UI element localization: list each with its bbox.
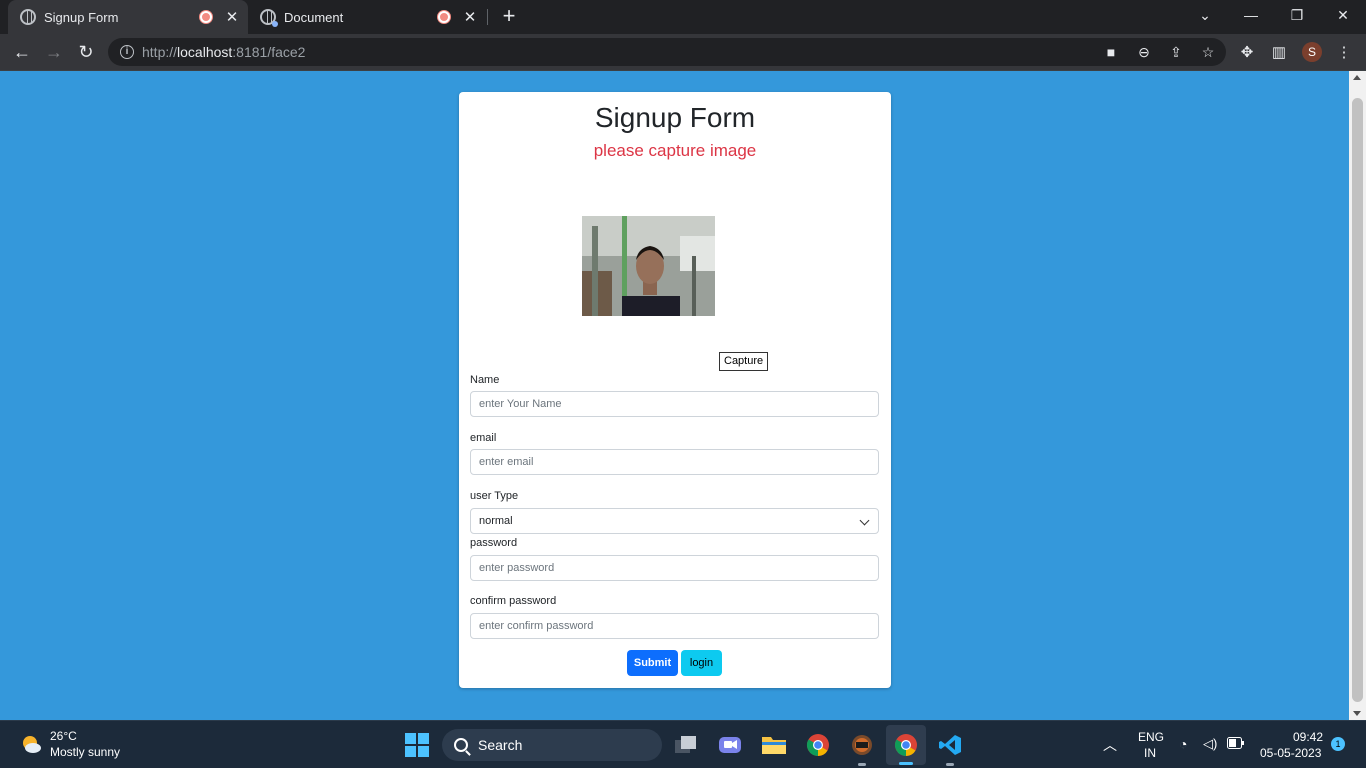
user-type-select[interactable]: normal bbox=[470, 508, 879, 534]
confirm-password-input[interactable] bbox=[470, 613, 879, 639]
side-panel-icon[interactable]: ▥ bbox=[1269, 42, 1289, 62]
close-tab-icon[interactable]: ✕ bbox=[462, 8, 478, 26]
battery-icon[interactable] bbox=[1227, 737, 1245, 752]
email-input[interactable] bbox=[470, 449, 879, 475]
browser-tab-bar: Signup Form ✕ Document ✕ + ⌄ — ❐ ✕ bbox=[0, 0, 1366, 34]
weather-description[interactable]: Mostly sunny bbox=[50, 745, 120, 759]
scroll-down-arrow-icon[interactable] bbox=[1353, 711, 1361, 716]
extensions-icon[interactable]: ✥ bbox=[1237, 42, 1257, 62]
language-line1[interactable]: ENG bbox=[1138, 730, 1164, 744]
reload-button[interactable]: ↻ bbox=[73, 39, 99, 65]
notification-badge[interactable]: 1 bbox=[1331, 737, 1345, 751]
login-button[interactable]: login bbox=[681, 650, 722, 676]
clock-time[interactable]: 09:42 bbox=[1293, 730, 1323, 744]
capture-button[interactable]: Capture bbox=[719, 352, 769, 371]
address-bar[interactable]: i http://localhost:8181/face2 bbox=[108, 38, 1226, 66]
file-explorer-icon[interactable] bbox=[759, 730, 789, 760]
recording-icon bbox=[200, 11, 212, 23]
weather-temperature[interactable]: 26°C bbox=[50, 729, 77, 743]
search-label: Search bbox=[478, 737, 523, 753]
webcam-image bbox=[582, 216, 715, 316]
tab-title: Document bbox=[284, 9, 344, 25]
recording-icon bbox=[438, 11, 450, 23]
url-path: :8181/face2 bbox=[232, 44, 306, 60]
running-indicator bbox=[858, 763, 866, 766]
status-message: please capture image bbox=[593, 141, 757, 160]
windows-taskbar: 26°C Mostly sunny Search ︿ ENG IN ◔ ◁) 0… bbox=[0, 720, 1366, 768]
bookmark-star-icon[interactable]: ☆ bbox=[1199, 43, 1217, 61]
password-input[interactable] bbox=[470, 555, 879, 581]
share-icon[interactable]: ⇪ bbox=[1167, 43, 1185, 61]
vscode-icon[interactable] bbox=[935, 730, 965, 766]
app-icon[interactable] bbox=[847, 730, 877, 766]
forward-button[interactable]: → bbox=[41, 39, 67, 65]
wifi-icon[interactable]: ◔ bbox=[1179, 736, 1187, 752]
submit-button[interactable]: Submit bbox=[627, 650, 678, 676]
minimize-button[interactable]: — bbox=[1228, 0, 1274, 30]
tab-divider bbox=[487, 9, 488, 25]
tab-document[interactable]: Document ✕ bbox=[250, 0, 486, 34]
page-scrollbar[interactable] bbox=[1349, 71, 1366, 720]
back-button[interactable]: ← bbox=[9, 39, 35, 65]
scroll-up-arrow-icon[interactable] bbox=[1353, 75, 1361, 80]
menu-icon[interactable]: ⋮ bbox=[1334, 42, 1354, 62]
email-label: email bbox=[470, 432, 497, 444]
taskbar-search[interactable]: Search bbox=[442, 729, 662, 761]
clock-date[interactable]: 05-05-2023 bbox=[1260, 746, 1321, 760]
chrome-icon[interactable] bbox=[803, 730, 833, 760]
zoom-icon[interactable]: ⊖ bbox=[1135, 43, 1153, 61]
scrollbar-thumb[interactable] bbox=[1352, 98, 1363, 702]
confirm-password-label: confirm password bbox=[470, 595, 557, 607]
close-tab-icon[interactable]: ✕ bbox=[224, 8, 240, 26]
page-viewport: Signup Form please capture image Capture… bbox=[0, 71, 1349, 720]
globe-icon bbox=[260, 9, 278, 27]
language-line2[interactable]: IN bbox=[1144, 746, 1156, 760]
profile-avatar[interactable]: S bbox=[1302, 42, 1322, 62]
active-indicator bbox=[899, 762, 913, 765]
start-button[interactable] bbox=[405, 733, 429, 757]
browser-toolbar: ← → ↻ i http://localhost:8181/face2 ■ ⊖ … bbox=[0, 34, 1366, 71]
sun-cloud-icon[interactable] bbox=[20, 733, 42, 755]
user-type-value: normal bbox=[479, 515, 513, 527]
camera-in-use-icon[interactable]: ■ bbox=[1102, 43, 1120, 61]
signup-card: Signup Form please capture image Capture… bbox=[459, 92, 891, 688]
teams-chat-icon[interactable] bbox=[715, 730, 745, 760]
name-label: Name bbox=[470, 374, 500, 386]
new-tab-button[interactable]: + bbox=[498, 5, 520, 27]
user-type-label: user Type bbox=[470, 490, 519, 502]
search-icon bbox=[454, 738, 468, 752]
tab-signup-form[interactable]: Signup Form ✕ bbox=[8, 0, 248, 34]
page-title: Signup Form bbox=[594, 102, 756, 133]
url-scheme: http:// bbox=[142, 44, 178, 60]
globe-icon bbox=[20, 9, 36, 25]
tab-title: Signup Form bbox=[44, 9, 119, 25]
password-label: password bbox=[470, 537, 518, 549]
task-view-icon[interactable] bbox=[671, 730, 701, 760]
show-hidden-icons-chevron-up-icon[interactable]: ︿ bbox=[1103, 735, 1117, 755]
url-host: localhost bbox=[177, 44, 233, 60]
running-indicator bbox=[946, 763, 954, 766]
chevron-down-icon bbox=[859, 515, 870, 526]
webcam-preview bbox=[582, 216, 715, 316]
restore-button[interactable]: ❐ bbox=[1274, 0, 1320, 30]
speaker-icon[interactable]: ◁) bbox=[1203, 736, 1217, 752]
site-info-icon[interactable]: i bbox=[120, 45, 134, 59]
name-input[interactable] bbox=[470, 391, 879, 417]
close-window-button[interactable]: ✕ bbox=[1320, 0, 1366, 30]
chrome-active-icon[interactable] bbox=[886, 725, 926, 765]
tab-search-button[interactable]: ⌄ bbox=[1182, 0, 1228, 30]
